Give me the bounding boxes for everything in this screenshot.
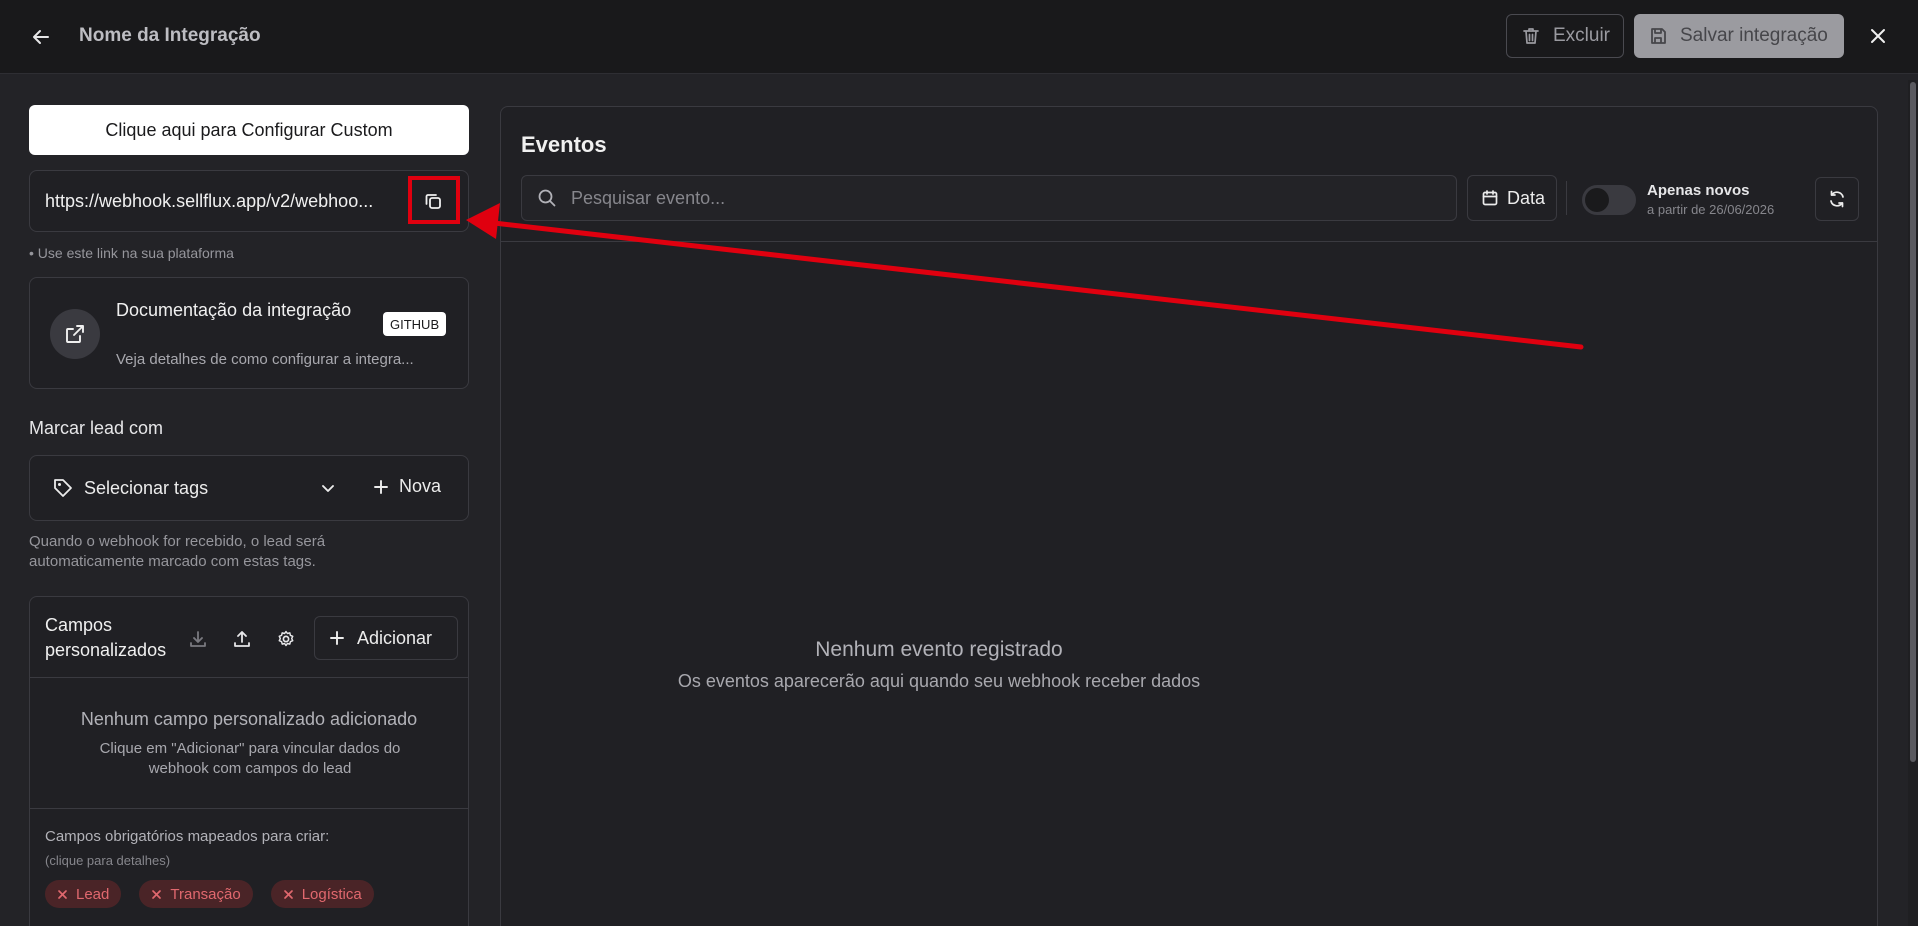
- chip-logistica[interactable]: Logística: [270, 880, 374, 908]
- chip-label: Logística: [301, 885, 362, 903]
- divider: [501, 241, 1877, 242]
- only-new-sublabel: a partir de 26/06/2026: [1647, 202, 1775, 217]
- close-icon: [1869, 27, 1887, 45]
- tag-icon: [52, 477, 74, 499]
- tags-hint: Quando o webhook for recebido, o lead se…: [29, 533, 326, 570]
- floppy-disk-icon: [1648, 26, 1668, 46]
- events-empty-title: Nenhum evento registrado: [815, 638, 1063, 661]
- url-hint: • Use este link na sua plataforma: [29, 245, 234, 261]
- chevron-down-icon: [320, 480, 336, 496]
- close-icon: [57, 889, 68, 900]
- page-title: Nome da Integração: [79, 25, 261, 46]
- new-tag-label: Nova: [399, 476, 442, 496]
- close-icon: [151, 889, 162, 900]
- close-button[interactable]: [1864, 22, 1892, 50]
- calendar-icon: [1481, 189, 1499, 207]
- webhook-url[interactable]: https://webhook.sellflux.app/v2/webhoo..…: [45, 191, 405, 212]
- save-integration-button[interactable]: Salvar integração: [1634, 14, 1844, 58]
- events-empty-description: Os eventos aparecerão aqui quando seu we…: [677, 671, 1201, 691]
- doc-description: Veja detalhes de como configurar a integ…: [116, 351, 414, 368]
- select-tags-label: Selecionar tags: [84, 477, 209, 498]
- chip-lead[interactable]: Lead: [45, 880, 122, 908]
- configure-custom-button[interactable]: Clique aqui para Configurar Custom: [29, 105, 469, 155]
- top-bar: Nome da Integração Excluir Salvar integr…: [0, 0, 1918, 74]
- tags-chevron[interactable]: [320, 480, 336, 496]
- delete-button[interactable]: Excluir: [1506, 14, 1624, 58]
- scrollbar-thumb[interactable]: [1910, 82, 1916, 762]
- chip-label: Lead: [76, 885, 110, 903]
- tags-heading: Marcar lead com: [29, 418, 164, 438]
- new-tag-button[interactable]: Nova: [373, 476, 441, 497]
- toggle-knob: [1585, 188, 1609, 212]
- trash-icon: [1521, 26, 1541, 46]
- external-link-icon: [64, 323, 86, 345]
- date-filter-button[interactable]: Data: [1467, 175, 1557, 221]
- arrow-left-icon: [31, 27, 51, 47]
- plus-icon: [373, 479, 389, 495]
- event-search-input[interactable]: [571, 176, 1456, 220]
- only-new-toggle[interactable]: [1582, 185, 1636, 215]
- only-new-label: Apenas novos: [1647, 182, 1750, 199]
- save-label: Salvar integração: [1680, 25, 1828, 46]
- event-search-box: [521, 175, 1457, 221]
- doc-icon-circle: [50, 309, 100, 359]
- events-panel: Eventos Data Apenas novos a partir de 26…: [500, 106, 1878, 926]
- delete-label: Excluir: [1553, 25, 1611, 46]
- required-fields-hint: (clique para detalhes): [45, 853, 171, 868]
- search-icon: [537, 188, 557, 208]
- doc-title: Documentação da integração: [116, 300, 352, 320]
- refresh-button[interactable]: [1815, 177, 1859, 221]
- chip-transacao[interactable]: Transação: [139, 880, 253, 908]
- copy-url-button[interactable]: [413, 183, 453, 219]
- back-button[interactable]: [26, 23, 56, 51]
- github-badge: GITHUB: [383, 312, 447, 336]
- fields-empty-title: Nenhum campo personalizado adicionado: [80, 709, 418, 729]
- integration-docs-card[interactable]: Documentação da integração Veja detalhes…: [29, 277, 469, 389]
- refresh-icon: [1827, 189, 1847, 209]
- divider: [30, 808, 468, 809]
- required-chips: Lead Transação Logística: [45, 880, 374, 908]
- select-tags-dropdown[interactable]: Selecionar tags: [52, 477, 342, 499]
- copy-icon: [423, 191, 443, 211]
- date-label: Data: [1507, 187, 1546, 208]
- divider: [1566, 181, 1567, 215]
- fields-empty-description: Clique em "Adicionar" para vincular dado…: [99, 740, 401, 777]
- chip-label: Transação: [170, 885, 241, 903]
- tags-box: Selecionar tags Nova: [29, 455, 469, 521]
- required-fields-title: Campos obrigatórios mapeados para criar:: [45, 828, 330, 845]
- webhook-url-box: https://webhook.sellflux.app/v2/webhoo..…: [29, 170, 469, 232]
- events-title: Eventos: [521, 132, 607, 157]
- close-icon: [283, 889, 294, 900]
